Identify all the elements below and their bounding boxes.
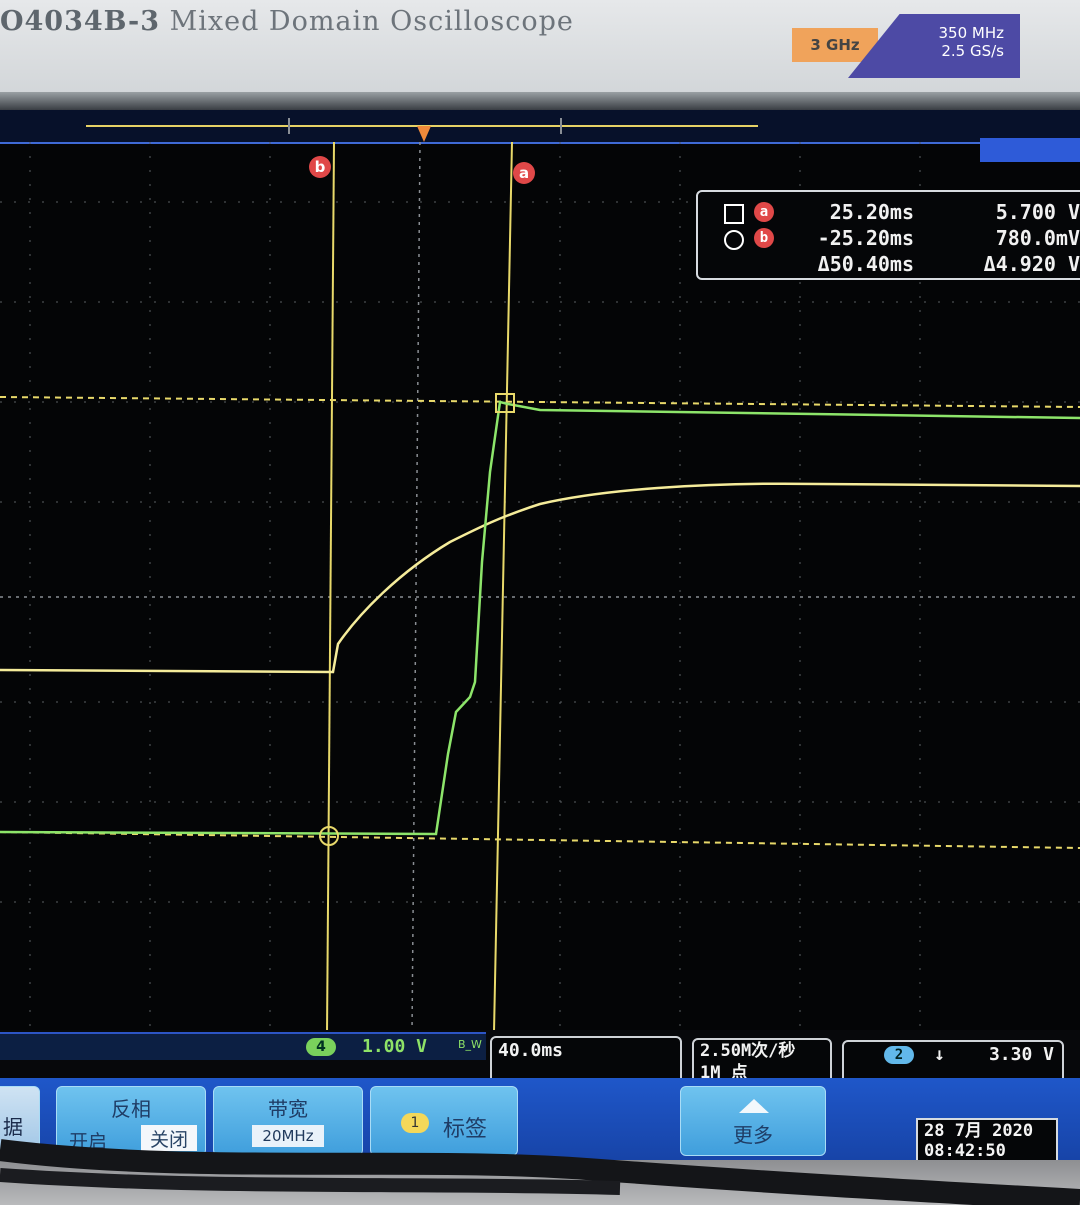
bandwidth-limit-icon: B_W	[458, 1038, 482, 1051]
trace-channel-yellow	[0, 482, 1080, 674]
invert-title: 反相	[111, 1097, 151, 1121]
readout-b-time: -25.20ms	[817, 226, 914, 250]
readout-delta-value: Δ4.920 V	[983, 252, 1080, 276]
readout-row-a: a 25.20ms 5.700 V	[698, 200, 1080, 228]
cursor-a-vertical	[493, 142, 513, 1032]
channel-4-settings[interactable]: 4 1.00 V B_W	[0, 1032, 486, 1060]
channel-number-badge: 4	[306, 1038, 336, 1056]
cursor-a-label[interactable]: a	[513, 162, 535, 184]
cursor-b-vertical	[326, 142, 335, 1032]
falling-edge-icon: ↓	[934, 1044, 945, 1065]
bandwidth-title: 带宽	[268, 1097, 308, 1121]
cursor-b-level-line	[0, 831, 1080, 849]
circle-icon	[724, 230, 744, 250]
channel-volts-per-div: 1.00 V	[362, 1036, 428, 1057]
record-view-bar	[0, 110, 1080, 162]
readout-row-b: b -25.20ms 780.0mV	[698, 226, 1080, 254]
trigger-position-icon[interactable]	[417, 126, 431, 142]
cursor-a-level-line	[0, 396, 1080, 408]
instrument-model-title: O4034B-3 Mixed Domain Oscilloscope	[0, 6, 574, 37]
model-description: Mixed Domain Oscilloscope	[169, 6, 574, 37]
readout-tag-a: a	[754, 202, 774, 222]
square-icon	[724, 204, 744, 224]
readout-a-time: 25.20ms	[829, 200, 914, 224]
spec-badge: 3 GHz 350 MHz 2.5 GS/s	[792, 14, 1020, 78]
instrument-bezel: O4034B-3 Mixed Domain Oscilloscope 3 GHz…	[0, 0, 1080, 110]
readout-row-delta: Δ50.40ms Δ4.920 V	[698, 252, 1080, 280]
trigger-level: 3.30 V	[988, 1044, 1054, 1065]
chevron-up-icon	[739, 1099, 769, 1113]
model-number: O4034B-3	[0, 6, 160, 37]
trigger-source-badge: 2	[884, 1046, 914, 1064]
cursor-b-label[interactable]: b	[309, 156, 331, 178]
readout-b-value: 780.0mV	[995, 226, 1080, 250]
readout-a-value: 5.700 V	[995, 200, 1080, 224]
bezel-lip	[0, 92, 1080, 110]
sample-rate: 2.50M次/秒	[700, 1041, 796, 1061]
readout-delta-time: Δ50.40ms	[817, 252, 914, 276]
readout-tag-b: b	[754, 228, 774, 248]
cursor-readout-panel: a 25.20ms 5.700 V b -25.20ms 780.0mV Δ50…	[696, 190, 1080, 280]
trace-channel-green	[0, 400, 1080, 836]
timebase-value: 40.0ms	[498, 1040, 564, 1061]
timebase-readout[interactable]: 40.0ms	[490, 1036, 682, 1084]
probe-cable	[0, 1139, 1080, 1205]
